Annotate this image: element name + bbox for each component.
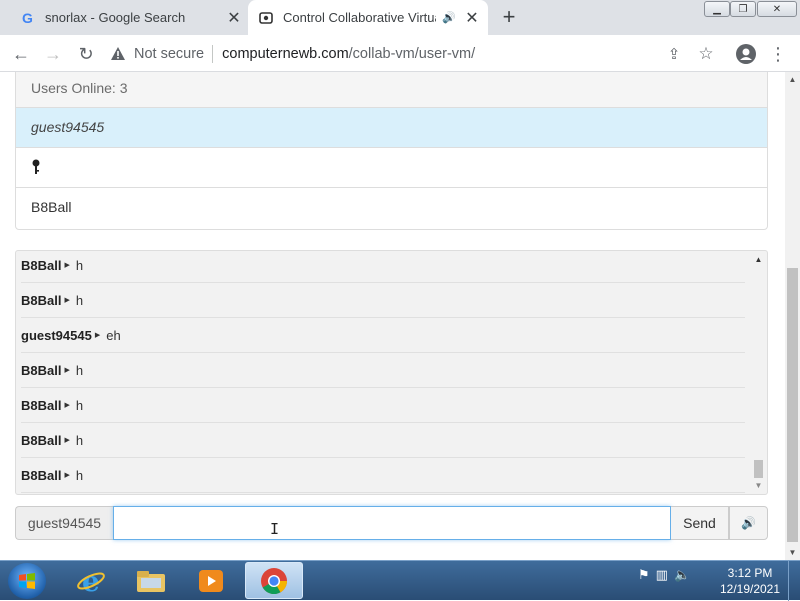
arrow-icon: ▶ bbox=[94, 332, 101, 339]
clock-date: 12/19/2021 bbox=[719, 582, 781, 596]
show-desktop-button[interactable] bbox=[788, 561, 800, 601]
divider bbox=[212, 45, 214, 63]
maximize-button[interactable]: ❐ bbox=[730, 1, 756, 17]
close-icon[interactable]: ✕ bbox=[462, 8, 482, 28]
chat-text: eh bbox=[106, 327, 121, 343]
url-host: computernewb.com bbox=[222, 46, 349, 62]
send-button[interactable]: Send bbox=[671, 506, 729, 540]
tab-title: Control Collaborative Virtual bbox=[283, 10, 437, 25]
share-icon[interactable]: ⇪ bbox=[662, 42, 686, 66]
network-icon[interactable]: ▥ bbox=[656, 567, 668, 583]
collabvm-icon bbox=[258, 10, 274, 26]
chat-username: guest94545 bbox=[21, 327, 92, 343]
chat-username: B8Ball bbox=[21, 432, 62, 448]
windows-logo-icon bbox=[19, 573, 35, 589]
page-content: Users Online: 3 guest94545 B8Ball B8Ball… bbox=[0, 72, 785, 560]
tab-google-search[interactable]: G snorlax - Google Search ✕ bbox=[0, 0, 250, 35]
media-player-icon[interactable] bbox=[182, 562, 240, 599]
chat-username: B8Ball bbox=[21, 257, 62, 273]
user-list-item[interactable]: B8Ball bbox=[16, 188, 767, 228]
arrow-icon: ▶ bbox=[64, 402, 70, 409]
chat-text: h bbox=[75, 397, 84, 413]
chat-message: B8Ball ▶ h bbox=[21, 423, 745, 458]
chat-scrollbar[interactable]: ▲ ▼ bbox=[750, 251, 767, 494]
close-icon[interactable]: ✕ bbox=[224, 8, 244, 28]
chat-text: h bbox=[75, 257, 84, 273]
clock-time: 3:12 PM bbox=[727, 566, 773, 580]
chat-text: h bbox=[75, 292, 84, 308]
svg-text:G: G bbox=[22, 10, 33, 26]
volume-icon[interactable]: 🔈 bbox=[674, 567, 690, 583]
users-online-panel: Users Online: 3 guest94545 B8Ball bbox=[15, 72, 768, 230]
text-cursor-icon: I bbox=[270, 520, 280, 538]
scroll-down-arrow-icon[interactable]: ▼ bbox=[785, 545, 800, 560]
close-window-button[interactable]: ✕ bbox=[757, 1, 797, 17]
chat-input-row: guest94545 Send 🔊 bbox=[15, 506, 768, 540]
internet-explorer-icon[interactable]: e bbox=[62, 562, 120, 599]
scroll-up-arrow-icon[interactable]: ▲ bbox=[785, 72, 800, 87]
chat-username: B8Ball bbox=[21, 292, 62, 308]
key-icon bbox=[31, 159, 41, 178]
arrow-icon: ▶ bbox=[64, 437, 70, 444]
url-path: /collab-vm/user-vm/ bbox=[348, 46, 476, 62]
arrow-icon: ▶ bbox=[64, 297, 70, 304]
taskbar-clock[interactable]: 3:12 PM 12/19/2021 bbox=[716, 565, 784, 597]
chat-username-label: guest94545 bbox=[15, 506, 113, 540]
browser-toolbar: ← → ↻ Not secure computernewb.com/collab… bbox=[0, 35, 800, 72]
action-center-flag-icon[interactable]: ⚑ bbox=[638, 567, 650, 583]
file-explorer-icon[interactable] bbox=[122, 562, 180, 599]
forward-arrow-icon[interactable]: → bbox=[41, 42, 65, 66]
chat-text: h bbox=[75, 362, 84, 378]
scroll-down-arrow-icon[interactable]: ▼ bbox=[750, 477, 767, 494]
tab-collabvm[interactable]: Control Collaborative Virtual 🔊 ✕ bbox=[248, 0, 488, 35]
google-g-icon: G bbox=[20, 10, 36, 26]
warning-icon[interactable] bbox=[110, 46, 126, 62]
chat-username: B8Ball bbox=[21, 467, 62, 483]
chat-log[interactable]: B8Ball ▶ h B8Ball ▶ h guest94545 ▶ eh B8Ball ▶ h… bbox=[15, 250, 768, 495]
system-tray: ⚑ ▥ 🔈 bbox=[638, 567, 690, 583]
minimize-button[interactable]: ▁ bbox=[704, 1, 730, 17]
chat-message: B8Ball ▶ h bbox=[21, 458, 745, 493]
arrow-icon: ▶ bbox=[64, 262, 70, 269]
scroll-up-arrow-icon[interactable]: ▲ bbox=[750, 251, 767, 268]
chat-username: B8Ball bbox=[21, 397, 62, 413]
start-button[interactable] bbox=[8, 563, 46, 599]
back-arrow-icon[interactable]: ← bbox=[9, 42, 33, 66]
address-bar[interactable]: Not secure computernewb.com/collab-vm/us… bbox=[110, 40, 720, 68]
chat-input[interactable] bbox=[113, 506, 671, 540]
profile-avatar-icon[interactable] bbox=[734, 42, 758, 66]
user-list-item[interactable]: guest94545 bbox=[16, 108, 767, 148]
arrow-icon: ▶ bbox=[64, 367, 70, 374]
reload-icon[interactable]: ↻ bbox=[74, 42, 98, 66]
bookmark-star-icon[interactable]: ☆ bbox=[694, 42, 718, 66]
chat-message: B8Ball ▶ h bbox=[21, 251, 745, 283]
user-list-item[interactable] bbox=[16, 148, 767, 188]
scroll-thumb[interactable] bbox=[754, 460, 763, 478]
users-online-header: Users Online: 3 bbox=[16, 72, 767, 108]
url-text: computernewb.com/collab-vm/user-vm/ bbox=[222, 46, 475, 62]
svg-text:e: e bbox=[82, 566, 100, 596]
menu-kebab-icon[interactable]: ⋮ bbox=[766, 42, 790, 66]
chat-text: h bbox=[75, 432, 84, 448]
new-tab-button[interactable]: + bbox=[497, 6, 521, 30]
chat-message: B8Ball ▶ h bbox=[21, 388, 745, 423]
chat-username: B8Ball bbox=[21, 362, 62, 378]
chat-message: B8Ball ▶ h bbox=[21, 353, 745, 388]
tab-title: snorlax - Google Search bbox=[45, 10, 186, 25]
chat-text: h bbox=[75, 467, 84, 483]
volume-button[interactable]: 🔊 bbox=[729, 506, 768, 540]
page-scrollbar[interactable]: ▲ ▼ bbox=[785, 72, 800, 560]
scroll-thumb[interactable] bbox=[787, 268, 798, 542]
speaker-icon: 🔊 bbox=[741, 516, 756, 530]
chat-message: guest94545 ▶ eh bbox=[21, 318, 745, 353]
windows-taskbar: e ⚑ ▥ 🔈 3:12 PM 12/19/2021 bbox=[0, 560, 800, 601]
tab-strip: G snorlax - Google Search ✕ Control Coll… bbox=[0, 0, 800, 35]
chrome-icon[interactable] bbox=[245, 562, 303, 599]
arrow-icon: ▶ bbox=[64, 472, 70, 479]
security-label: Not secure bbox=[134, 46, 205, 62]
chat-message: B8Ball ▶ h bbox=[21, 283, 745, 318]
audio-playing-icon[interactable]: 🔊 bbox=[442, 11, 456, 24]
